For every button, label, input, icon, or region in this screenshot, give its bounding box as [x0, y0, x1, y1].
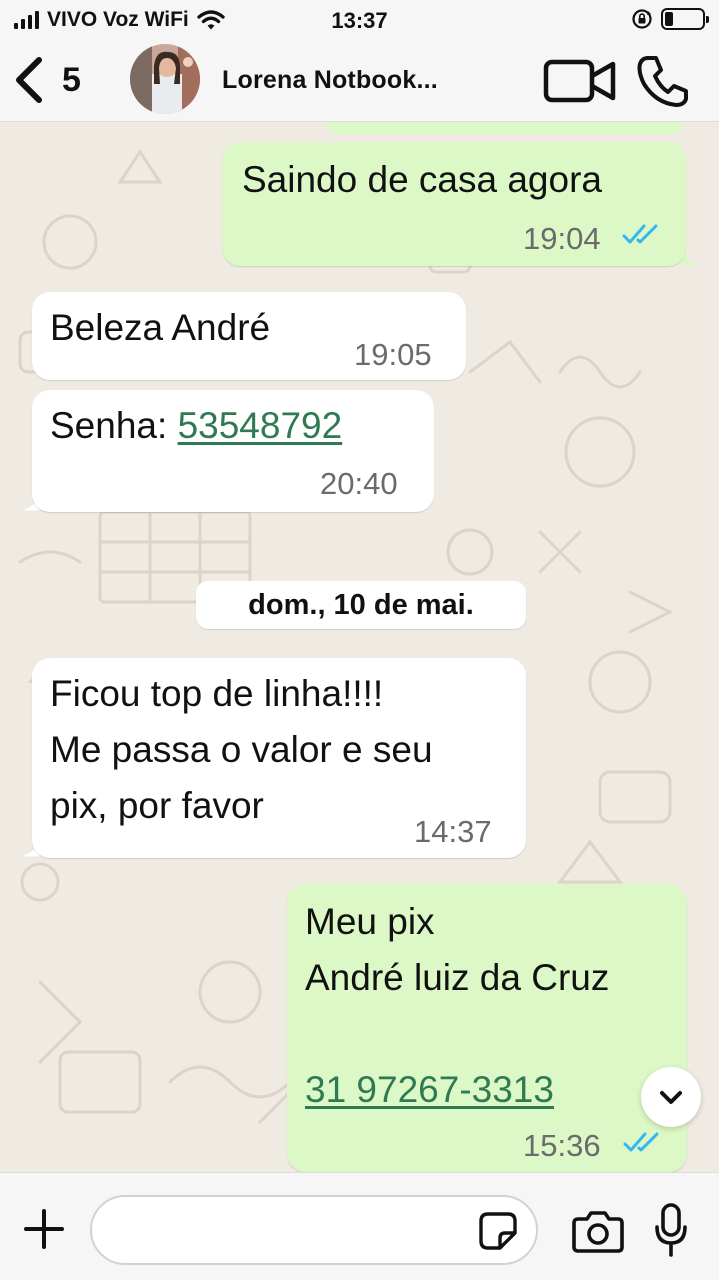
- message-line: Meu pix: [305, 901, 435, 942]
- camera-button[interactable]: [572, 1209, 624, 1253]
- message-line: Me passa o valor e seu: [50, 729, 433, 770]
- phone-link[interactable]: 31 97267-3313: [305, 1062, 609, 1118]
- message-text: Meu pix André luiz da Cruz 31 97267-3313: [305, 894, 609, 1118]
- rotation-lock-icon: [632, 9, 652, 29]
- status-bar: VIVO Voz WiFi 13:37: [0, 0, 719, 40]
- attach-button[interactable]: [22, 1207, 66, 1251]
- status-time: 13:37: [331, 8, 388, 33]
- video-call-button[interactable]: [543, 56, 617, 106]
- message-text: Senha: 53548792: [50, 398, 342, 454]
- message-time: 14:37: [414, 814, 492, 849]
- back-chevron-icon: [16, 57, 42, 103]
- message-time: 19:05: [354, 337, 432, 372]
- date-divider: dom., 10 de mai.: [196, 581, 526, 629]
- voice-call-button[interactable]: [636, 54, 688, 108]
- message-text-prefix: Senha:: [50, 405, 178, 446]
- message-input[interactable]: [90, 1195, 538, 1265]
- message-bubble[interactable]: Ficou top de linha!!!! Me passa o valor …: [32, 658, 526, 858]
- message-bubble[interactable]: Senha: 53548792 20:40: [32, 390, 434, 512]
- back-button[interactable]: 5: [14, 52, 81, 108]
- unread-count: 5: [62, 60, 81, 99]
- previous-message-edge: [327, 122, 684, 134]
- message-text: Beleza André: [50, 307, 271, 348]
- input-bar: [0, 1172, 719, 1280]
- chevron-down-icon: [660, 1091, 682, 1104]
- message-line: André luiz da Cruz: [305, 957, 610, 998]
- contact-name[interactable]: Lorena Notbook...: [222, 66, 438, 95]
- message-time: 20:40: [320, 466, 398, 501]
- phone-link[interactable]: 53548792: [178, 405, 343, 446]
- message-text: Saindo de casa agora: [242, 159, 602, 200]
- avatar[interactable]: [130, 44, 200, 114]
- microphone-button[interactable]: [654, 1203, 688, 1257]
- message-bubble[interactable]: Saindo de casa agora 19:04: [222, 142, 686, 266]
- chat-area[interactable]: Saindo de casa agora 19:04 Beleza André …: [0, 122, 719, 1172]
- message-line: pix, por favor: [50, 785, 264, 826]
- status-indicators: [631, 8, 709, 30]
- double-check-icon: [622, 224, 658, 244]
- message-time: 19:04: [523, 221, 601, 256]
- message-bubble[interactable]: Beleza André 19:05: [32, 292, 466, 380]
- message-time: 15:36: [523, 1128, 601, 1163]
- sticker-button[interactable]: [478, 1211, 518, 1251]
- double-check-icon: [623, 1132, 659, 1152]
- chat-header: 5 Lorena Notbook...: [0, 40, 719, 122]
- message-bubble[interactable]: Meu pix André luiz da Cruz 31 97267-3313…: [287, 884, 687, 1172]
- battery-icon: [661, 8, 709, 30]
- message-line: Ficou top de linha!!!!: [50, 673, 384, 714]
- message-text: Ficou top de linha!!!! Me passa o valor …: [50, 666, 433, 834]
- scroll-down-button[interactable]: [641, 1067, 701, 1127]
